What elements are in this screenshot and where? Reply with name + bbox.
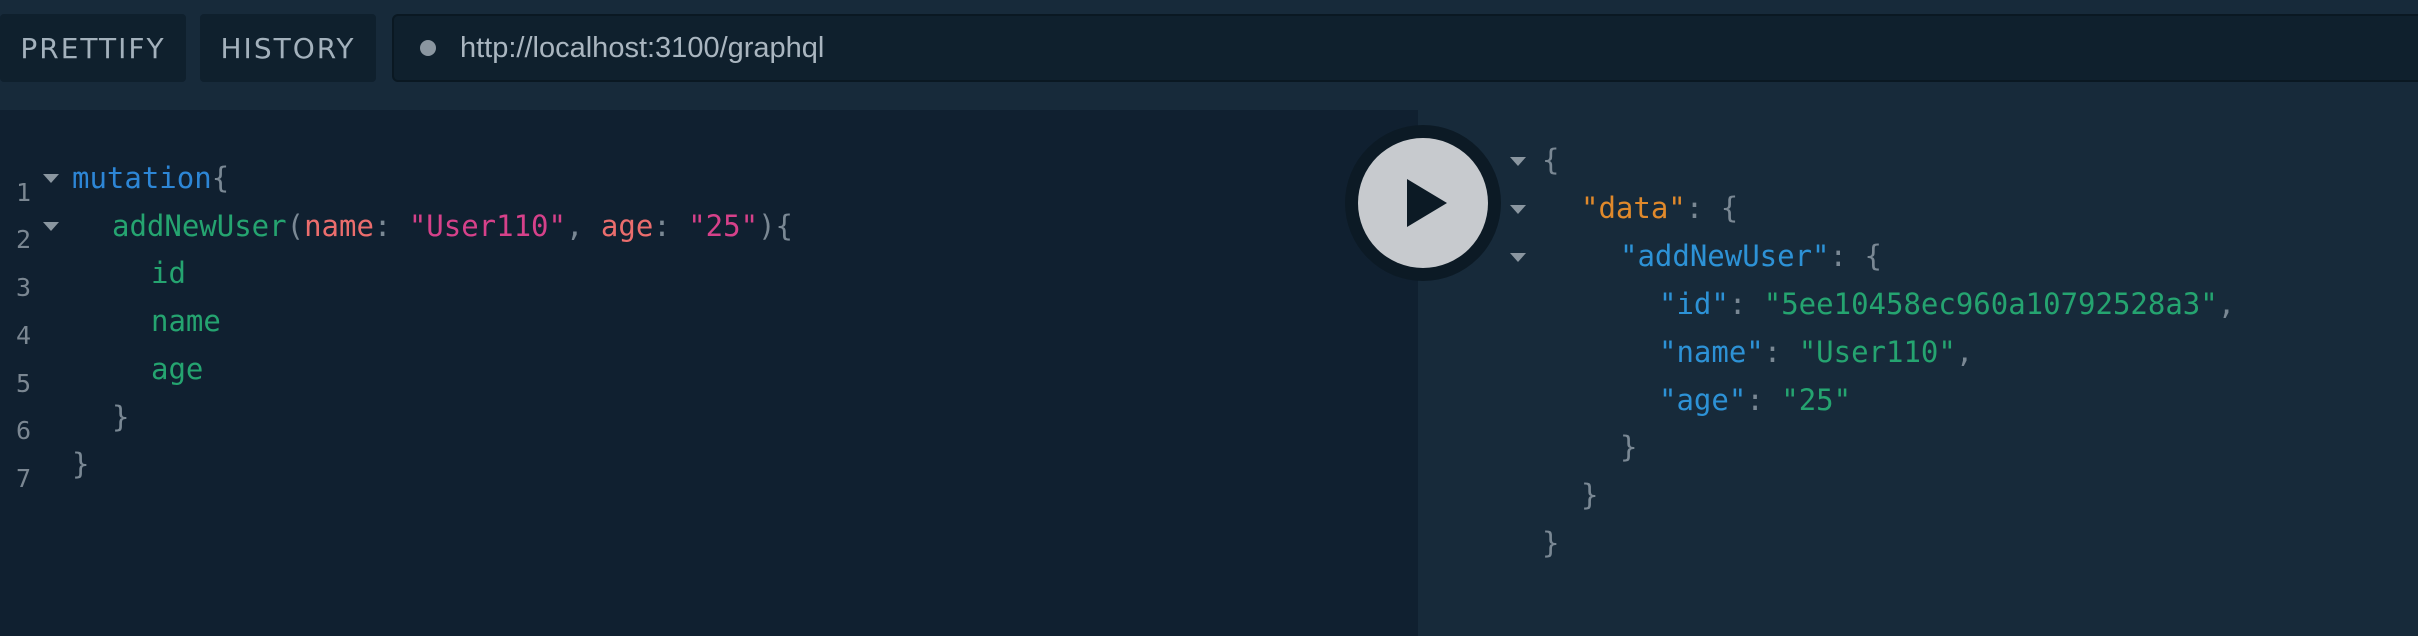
line-number: 5 — [16, 369, 32, 398]
colon: : — [1746, 383, 1782, 417]
argument-name: age — [600, 209, 654, 243]
field-name: addNewUser — [112, 209, 287, 243]
brace: { — [775, 209, 793, 243]
result-line: "data": { — [1581, 188, 1738, 228]
result-line: } — [1581, 478, 1599, 512]
paren: ( — [286, 209, 305, 243]
line-number: 7 — [16, 464, 32, 493]
colon: : — [1685, 191, 1721, 225]
brace: { — [1720, 191, 1739, 225]
mutation-keyword: mutation — [72, 161, 212, 195]
code-line-4: name — [151, 304, 221, 338]
status-dot-icon — [420, 40, 436, 56]
line-number: 6 — [16, 416, 32, 445]
fold-triangle-down-icon[interactable] — [1510, 157, 1526, 166]
line-number: 2 — [16, 225, 32, 254]
result-viewer: { "data": { "addNewUser": { "id": "5ee10… — [1418, 110, 2418, 636]
comma: , — [2217, 287, 2236, 321]
json-key: "name" — [1659, 335, 1764, 369]
colon: : — [1829, 239, 1865, 273]
fold-triangle-down-icon[interactable] — [43, 174, 59, 183]
data-key: "data" — [1581, 191, 1686, 225]
result-line: "name": "User110", — [1659, 332, 1973, 372]
fold-triangle-down-icon[interactable] — [1510, 253, 1526, 262]
json-value: "User110" — [1798, 335, 1956, 369]
code-line-2: addNewUser(name: "User110", age: "25"){ — [112, 206, 793, 246]
line-number: 3 — [16, 273, 32, 302]
argument-name: name — [304, 209, 374, 243]
code-line-7: } — [72, 447, 90, 481]
result-line: } — [1542, 526, 1560, 560]
toolbar: PRETTIFY HISTORY http://localhost:3100/g… — [0, 0, 2418, 110]
comma: , — [565, 209, 601, 243]
code-line-1: mutation{ — [72, 158, 229, 198]
code-line-6: } — [112, 400, 130, 434]
line-number: 1 — [16, 178, 32, 207]
prettify-button[interactable]: PRETTIFY — [0, 14, 186, 82]
paren: ) — [758, 209, 776, 243]
code-line-3: id — [151, 256, 186, 290]
result-line: } — [1620, 430, 1638, 464]
fold-triangle-down-icon[interactable] — [43, 222, 59, 231]
result-line: "age": "25" — [1659, 380, 1851, 420]
json-value: "25" — [1781, 383, 1852, 417]
comma: , — [1955, 335, 1974, 369]
colon: : — [653, 209, 689, 243]
endpoint-url-field[interactable]: http://localhost:3100/graphql — [392, 14, 2418, 82]
code-line-5: age — [151, 352, 204, 386]
colon: : — [1763, 335, 1799, 369]
argument-value: "25" — [688, 209, 759, 243]
json-value: "5ee10458ec960a10792528a3" — [1763, 287, 2218, 321]
json-key: "addNewUser" — [1620, 239, 1830, 273]
execute-query-button[interactable] — [1358, 138, 1488, 268]
line-number: 4 — [16, 321, 32, 350]
colon: : — [373, 209, 409, 243]
result-line: "id": "5ee10458ec960a10792528a3", — [1659, 284, 2235, 324]
fold-triangle-down-icon[interactable] — [1510, 205, 1526, 214]
brace: { — [211, 161, 230, 195]
colon: : — [1728, 287, 1764, 321]
result-line: "addNewUser": { — [1620, 236, 1882, 276]
query-editor[interactable]: 1 2 3 4 5 6 7 mutation{ addNewUser(name:… — [0, 110, 1418, 636]
play-icon — [1407, 179, 1447, 227]
json-key: "age" — [1659, 383, 1747, 417]
result-line: { — [1542, 143, 1560, 177]
brace: { — [1864, 239, 1882, 273]
json-key: "id" — [1659, 287, 1729, 321]
history-button[interactable]: HISTORY — [200, 14, 376, 82]
argument-value: "User110" — [408, 209, 566, 243]
endpoint-url-text: http://localhost:3100/graphql — [460, 31, 825, 64]
execute-button-wrapper — [1345, 125, 1501, 281]
